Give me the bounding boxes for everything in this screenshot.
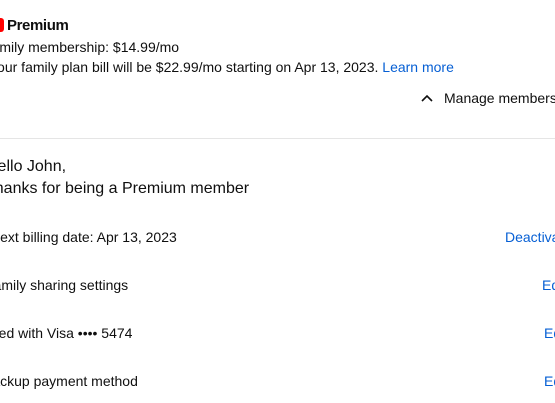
price-change-notice: Your family plan bill will be $22.99/mo … (0, 59, 454, 75)
edit-backup-payment-button[interactable]: Edit (544, 373, 555, 389)
edit-family-sharing-button[interactable]: Edit (542, 277, 555, 293)
next-billing-date: Next billing date: Apr 13, 2023 (0, 229, 177, 245)
manage-membership-label: Manage membership (444, 90, 555, 106)
payment-method: Billed with Visa •••• 5474 (0, 325, 133, 341)
chevron-up-icon (421, 94, 433, 102)
deactivate-button[interactable]: Deactivate (505, 229, 555, 245)
greeting: Hello John, (0, 158, 67, 175)
backup-payment-method: Backup payment method (0, 373, 138, 389)
section-divider (0, 138, 555, 139)
learn-more-link[interactable]: Learn more (382, 59, 454, 75)
family-sharing-settings: Family sharing settings (0, 277, 129, 293)
edit-payment-button[interactable]: Edit (544, 325, 555, 341)
thanks-message: Thanks for being a Premium member (0, 180, 250, 197)
youtube-premium-logo: Premium (0, 14, 69, 36)
price-change-text: Your family plan bill will be $22.99/mo … (0, 59, 379, 75)
logo-text: Premium (7, 16, 69, 34)
plan-price: Family membership: $14.99/mo (0, 39, 180, 55)
youtube-logo-icon (0, 18, 4, 32)
manage-membership-toggle[interactable]: Manage membership (420, 90, 555, 106)
